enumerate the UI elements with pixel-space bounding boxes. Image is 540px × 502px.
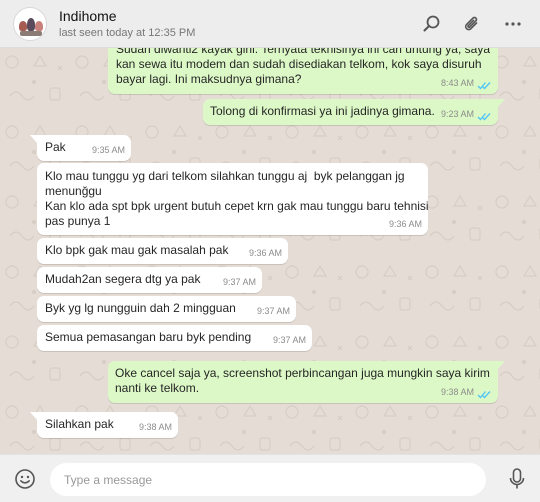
message-time: 9:23 AM: [440, 109, 474, 119]
message-bubble[interactable]: Klo mau tunggu yg dari telkom silahkan t…: [37, 163, 429, 235]
message-time: 9:36 AM: [248, 248, 282, 258]
message-time: 9:37 AM: [256, 306, 290, 316]
message-text: Tolong di konfirmasi ya ini jadinya gima…: [210, 104, 435, 118]
message-text: Semua pemasangan baru byk pending: [45, 330, 252, 344]
read-ticks-icon: [477, 113, 491, 121]
microphone-icon[interactable]: [506, 467, 528, 491]
message-bubble[interactable]: Silahkan pak 9:38 AM: [30, 412, 178, 438]
message-time: 9:38 AM: [440, 387, 474, 397]
contact-avatar[interactable]: [13, 7, 47, 41]
message-bubble[interactable]: Tolong di konfirmasi ya ini jadinya gima…: [203, 99, 505, 125]
chat-header: Indihome last seen today at 12:35 PM: [0, 0, 540, 48]
message-input[interactable]: [50, 463, 486, 496]
message-bubble[interactable]: Mudah2an segera dtg ya pak 9:37 AM: [37, 267, 262, 293]
read-ticks-icon: [477, 82, 491, 90]
emoji-icon[interactable]: [14, 468, 36, 490]
message-bubble[interactable]: Pak 9:35 AM: [30, 135, 131, 161]
message-bubble[interactable]: Byk yg lg nungguin dah 2 mingguan 9:37 A…: [37, 296, 296, 322]
message-bubble[interactable]: Oke cancel saja ya, screenshot perbincan…: [108, 361, 505, 403]
contact-name[interactable]: Indihome: [59, 8, 117, 24]
message-text: Pak: [45, 140, 66, 154]
message-bubble[interactable]: Semua pemasangan baru byk pending 9:37 A…: [37, 325, 312, 351]
message-time: 9:35 AM: [91, 145, 125, 155]
message-list[interactable]: Sudah diwanti2 kayak gini. Ternyata tekn…: [0, 48, 540, 454]
message-time: 9:38 AM: [138, 422, 172, 432]
contact-status: last seen today at 12:35 PM: [59, 27, 196, 39]
message-bubble[interactable]: Klo bpk gak mau gak masalah pak 9:36 AM: [37, 238, 288, 264]
message-text: Mudah2an segera dtg ya pak: [45, 272, 201, 286]
more-icon[interactable]: [501, 12, 525, 36]
message-text: Silahkan pak: [45, 417, 114, 431]
message-text: Klo bpk gak mau gak masalah pak: [45, 243, 229, 257]
message-text: Klo mau tunggu yg dari telkom silahkan t…: [45, 169, 429, 228]
search-icon[interactable]: [420, 12, 444, 36]
read-ticks-icon: [477, 391, 491, 399]
attach-icon[interactable]: [460, 12, 484, 36]
message-time: 8:43 AM: [440, 78, 474, 88]
message-time: 9:37 AM: [222, 277, 256, 287]
composer-bar: [0, 454, 540, 502]
message-text: Oke cancel saja ya, screenshot perbincan…: [115, 366, 490, 395]
message-time: 9:37 AM: [272, 335, 306, 345]
message-time: 9:36 AM: [388, 219, 422, 229]
message-text: Byk yg lg nungguin dah 2 mingguan: [45, 301, 236, 315]
message-bubble[interactable]: Sudah diwanti2 kayak gini. Ternyata tekn…: [108, 48, 498, 94]
message-text: Sudah diwanti2 kayak gini. Ternyata tekn…: [116, 48, 490, 86]
